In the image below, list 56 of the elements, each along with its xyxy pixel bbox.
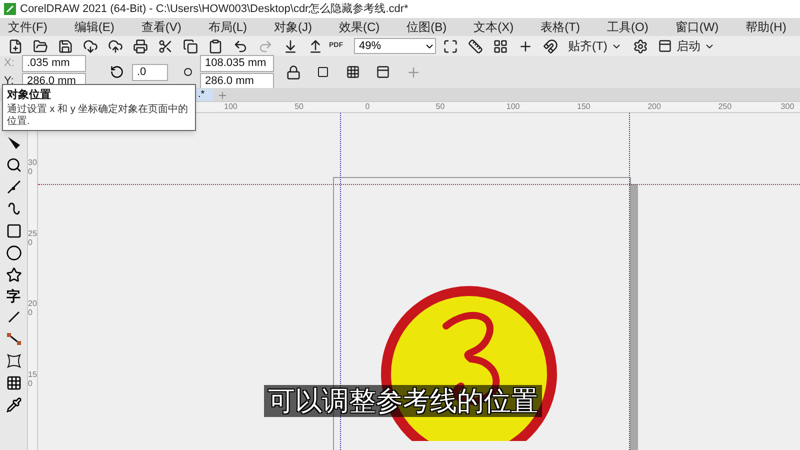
menu-item[interactable]: 布局(L) xyxy=(208,18,247,36)
menu-item[interactable]: 对象(J) xyxy=(274,18,312,36)
menu-item[interactable]: 表格(T) xyxy=(540,18,580,36)
line-icon[interactable] xyxy=(6,309,22,325)
menu-item[interactable]: 查看(V) xyxy=(141,18,182,36)
menu-item[interactable]: 编辑(E) xyxy=(74,18,114,36)
menu-item[interactable]: 帮助(H) xyxy=(746,18,786,36)
x-label: X: xyxy=(4,56,16,71)
menu-item[interactable]: 窗口(W) xyxy=(675,18,719,36)
rotate-icon xyxy=(110,65,124,79)
height-field[interactable]: 286.0 mm xyxy=(200,72,274,90)
guideline[interactable] xyxy=(629,113,630,450)
menu-item[interactable]: 效果(C) xyxy=(339,18,380,36)
star-icon[interactable] xyxy=(6,267,22,283)
zoom-level-dropdown[interactable]: 49% xyxy=(354,38,436,54)
window-icon xyxy=(658,39,672,53)
ruler-label: 150 xyxy=(577,102,590,111)
app-logo-icon xyxy=(4,3,16,15)
tooltip-title: 对象位置 xyxy=(7,88,52,103)
ruler-label: 250 xyxy=(718,102,732,111)
ruler-label: 50 xyxy=(294,102,304,111)
eyedropper-icon[interactable] xyxy=(6,397,22,413)
snap-dropdown[interactable]: 贴齐(T) xyxy=(564,37,626,55)
envelope-distort-icon[interactable] xyxy=(6,353,22,369)
shape-tool-icon[interactable] xyxy=(6,135,22,151)
menu-item[interactable]: 文件(F) xyxy=(8,18,48,36)
checkerboard-icon[interactable] xyxy=(6,375,22,391)
width-field[interactable]: 108.035 mm xyxy=(200,54,274,72)
y-label: Y: xyxy=(4,74,15,88)
text-tool-icon[interactable]: 字 xyxy=(6,289,20,303)
rectangle-icon[interactable] xyxy=(6,223,22,239)
connector-icon[interactable] xyxy=(6,331,22,347)
line-nodes-icon[interactable] xyxy=(6,179,22,195)
ruler-label: 200 xyxy=(648,102,661,111)
launch-dropdown[interactable]: 启动 xyxy=(654,37,720,55)
ellipse-icon[interactable] xyxy=(6,245,22,261)
ruler-label: 250 xyxy=(28,228,38,247)
curve-icon[interactable] xyxy=(6,201,22,217)
ruler-label: 50 xyxy=(436,102,445,111)
ruler-label: 150 xyxy=(28,370,38,388)
rotation-field[interactable]: .0 xyxy=(132,64,168,80)
tooltip-text: 通过设置 x 和 y 坐标确定对象在页面中的位置. xyxy=(7,104,190,128)
zoom-icon[interactable] xyxy=(6,157,22,173)
ruler-label: 200 xyxy=(28,299,38,318)
window-title: CorelDRAW 2021 (64-Bit) - C:\Users\HOW003\Desktop\cdr怎么隐藏参考线.cdr* xyxy=(20,2,408,17)
ruler-label: 300 xyxy=(28,158,38,176)
guideline[interactable] xyxy=(340,113,341,450)
menu-item[interactable]: 位图(B) xyxy=(406,18,447,36)
ruler-label: 100 xyxy=(506,102,520,111)
menu-item[interactable]: 工具(O) xyxy=(607,18,648,36)
ruler-label: 0 xyxy=(365,102,370,111)
x-position-field[interactable]: .035 mm xyxy=(22,54,86,72)
ruler-label: 300 xyxy=(780,102,794,111)
menu-item[interactable]: 文本(X) xyxy=(474,18,514,36)
ruler-label: 100 xyxy=(224,102,238,111)
subtitle: 可以调整参考线的位置 xyxy=(264,385,542,417)
